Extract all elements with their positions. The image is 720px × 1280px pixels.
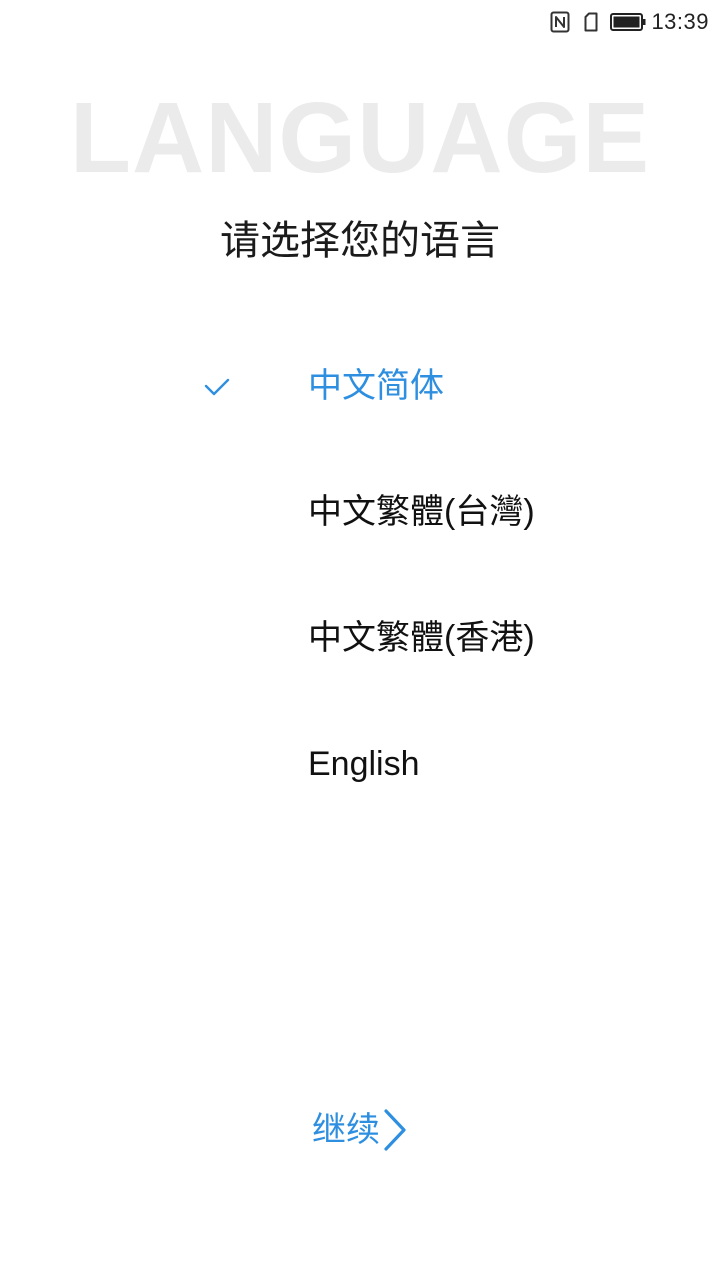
language-label: English — [308, 745, 420, 783]
language-label: 中文简体 — [308, 367, 444, 405]
battery-icon — [610, 13, 646, 31]
nfc-icon — [550, 11, 570, 33]
language-option-zh-hant-tw[interactable]: 中文繁體(台灣) — [0, 449, 720, 575]
language-label: 中文繁體(台灣) — [308, 493, 535, 531]
sim-icon — [584, 12, 598, 32]
continue-label: 继续 — [312, 1111, 380, 1149]
language-list: 中文简体 中文繁體(台灣) 中文繁體(香港) English — [0, 323, 720, 827]
language-option-zh-hant-hk[interactable]: 中文繁體(香港) — [0, 575, 720, 701]
language-option-zh-hans[interactable]: 中文简体 — [0, 323, 720, 449]
page-title: 请选择您的语言 — [220, 219, 500, 263]
status-icons: 13:39 — [550, 8, 709, 36]
check-icon — [204, 378, 230, 396]
continue-button[interactable]: 继续 — [0, 1100, 720, 1160]
language-option-english[interactable]: English — [0, 701, 720, 827]
language-label: 中文繁體(香港) — [308, 619, 535, 657]
language-watermark: LANGUAGE — [69, 82, 651, 194]
language-setup-screen: 13:39 LANGUAGE 请选择您的语言 中文简体 中文繁體(台灣) 中文繁… — [0, 0, 720, 1280]
status-clock: 13:39 — [651, 9, 709, 34]
status-bar: 13:39 — [0, 0, 720, 44]
chevron-right-icon — [384, 1109, 406, 1151]
